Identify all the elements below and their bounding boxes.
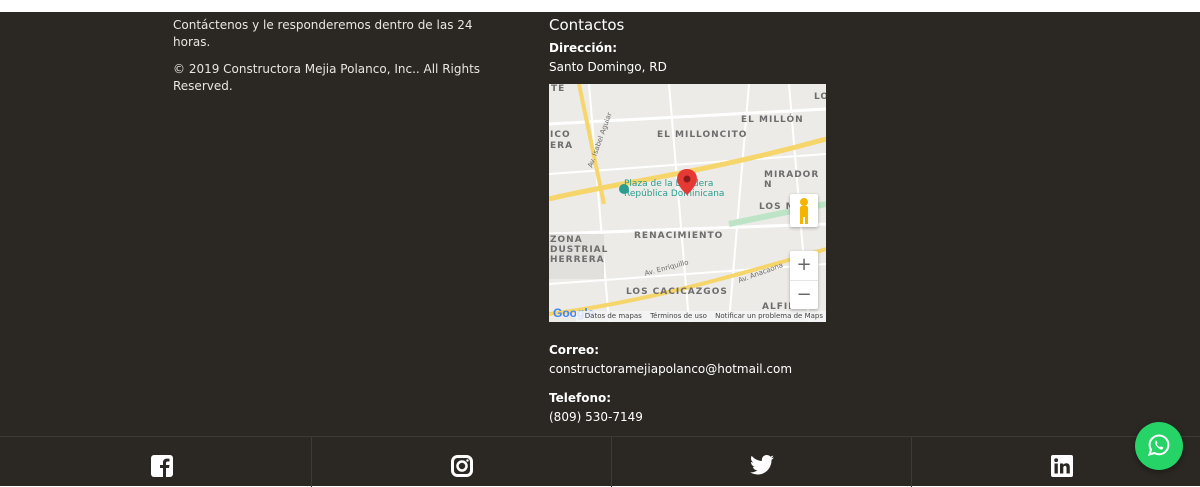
address-label: Dirección: xyxy=(549,41,618,55)
phone-label: Telefono: xyxy=(549,391,612,405)
map-label: República Dominicana xyxy=(624,189,725,199)
map-label: ZONA xyxy=(550,235,583,245)
map-attribution: Datos de mapas Términos de uso Notificar… xyxy=(575,311,826,322)
twitter-icon xyxy=(749,455,774,475)
map-terms-link[interactable]: Términos de uso xyxy=(650,312,707,320)
social-bar xyxy=(0,436,1200,487)
zoom-in-button[interactable]: + xyxy=(790,251,818,280)
map-label: EL MILLÓN xyxy=(741,115,804,125)
map-zoom-controls: + − xyxy=(790,251,818,309)
map-label: LO xyxy=(814,92,826,102)
footer-about: Contáctenos y le responderemos dentro de… xyxy=(173,17,503,105)
address-value: Santo Domingo, RD xyxy=(549,60,667,74)
email-label: Correo: xyxy=(549,343,600,357)
social-instagram[interactable] xyxy=(312,437,612,487)
whatsapp-icon xyxy=(1148,434,1170,456)
map-pin-icon[interactable] xyxy=(677,169,697,195)
google-map[interactable]: TE LO EL MILLÓN EL MILLONCITO ICO ERA Pl… xyxy=(549,84,826,322)
contacts-title: Contactos xyxy=(549,16,625,34)
map-label: LOS CACICAZGOS xyxy=(626,287,728,297)
map-report-link[interactable]: Notificar un problema de Maps xyxy=(715,312,823,320)
map-label: Plaza de la Bandera xyxy=(624,179,714,189)
contacts-details: Correo: constructoramejiapolanco@hotmail… xyxy=(549,337,849,426)
map-label: RENACIMIENTO xyxy=(634,231,724,241)
map-label: MIRADOR N xyxy=(764,170,820,190)
map-data-link[interactable]: Datos de mapas xyxy=(585,312,642,320)
whatsapp-button[interactable] xyxy=(1135,422,1183,470)
linkedin-icon xyxy=(1051,455,1073,477)
site-footer: Contáctenos y le responderemos dentro de… xyxy=(0,12,1200,486)
facebook-icon xyxy=(150,455,173,477)
email-value[interactable]: constructoramejiapolanco@hotmail.com xyxy=(549,360,849,378)
map-label: TE xyxy=(551,84,566,94)
footer-tagline: Contáctenos y le responderemos dentro de… xyxy=(173,18,473,49)
pegman-icon xyxy=(800,198,808,224)
social-twitter[interactable] xyxy=(612,437,912,487)
phone-value[interactable]: (809) 530-7149 xyxy=(549,408,849,426)
map-label: EL MILLONCITO xyxy=(657,130,748,140)
map-label: DUSTRIAL xyxy=(550,245,609,255)
street-view-pegman[interactable] xyxy=(790,194,818,227)
social-facebook[interactable] xyxy=(12,437,312,487)
map-label: ICO xyxy=(550,130,571,140)
instagram-icon xyxy=(450,455,473,477)
footer-copyright: © 2019 Constructora Mejia Polanco, Inc..… xyxy=(173,62,481,93)
contacts-section: Contactos Dirección: Santo Domingo, RD xyxy=(549,15,849,76)
zoom-out-button[interactable]: − xyxy=(790,280,818,310)
map-label: HERRERA xyxy=(550,255,605,265)
map-label: ERA xyxy=(550,141,574,151)
